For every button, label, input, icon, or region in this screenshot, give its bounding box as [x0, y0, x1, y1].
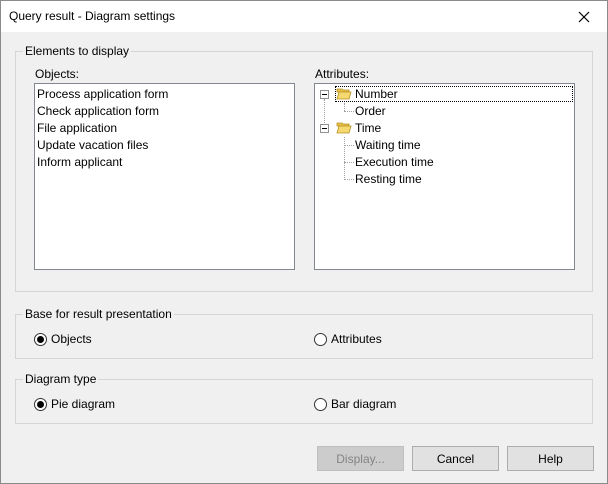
close-icon [578, 11, 590, 22]
list-item[interactable]: File application [37, 120, 117, 137]
tree-connector [344, 145, 354, 146]
objects-listbox[interactable]: Process application form Check applicati… [34, 83, 295, 270]
base-group-legend: Base for result presentation [23, 307, 174, 321]
collapse-icon[interactable] [320, 90, 329, 99]
radio-pie-diagram[interactable]: Pie diagram [34, 397, 115, 411]
diagram-group-legend: Diagram type [23, 372, 99, 386]
radio-attributes[interactable]: Attributes [314, 332, 382, 346]
tree-node-execution-time[interactable]: Execution time [355, 154, 434, 171]
help-button[interactable]: Help [507, 446, 594, 471]
list-item[interactable]: Inform applicant [37, 154, 122, 171]
radio-indicator[interactable] [314, 397, 327, 411]
display-button: Display... [317, 446, 404, 471]
radio-indicator[interactable] [314, 332, 327, 346]
attributes-label: Attributes: [315, 67, 370, 81]
folder-open-icon [336, 88, 352, 100]
collapse-icon[interactable] [320, 124, 329, 133]
list-item[interactable]: Process application form [37, 86, 168, 103]
tree-node-number[interactable]: Number [355, 86, 398, 103]
cancel-button[interactable]: Cancel [412, 446, 499, 471]
radio-bar-diagram[interactable]: Bar diagram [314, 397, 396, 411]
elements-group-legend: Elements to display [23, 44, 132, 58]
attributes-tree[interactable]: Number Order Time Waiting time Execution… [314, 83, 575, 270]
list-item[interactable]: Check application form [37, 103, 159, 120]
radio-indicator[interactable] [34, 332, 47, 346]
radio-label: Objects [51, 332, 92, 346]
tree-node-time[interactable]: Time [355, 120, 381, 137]
tree-connector [324, 99, 325, 127]
list-item[interactable]: Update vacation files [37, 137, 148, 154]
radio-label: Bar diagram [331, 397, 397, 411]
dialog-window: Query result - Diagram settings Elements… [0, 0, 608, 484]
tree-connector [344, 162, 354, 163]
tree-connector [344, 137, 345, 180]
radio-objects[interactable]: Objects [34, 332, 92, 346]
tree-node-order[interactable]: Order [355, 103, 386, 120]
tree-connector [344, 111, 354, 112]
tree-node-resting-time[interactable]: Resting time [355, 171, 422, 188]
objects-label: Objects: [35, 67, 80, 81]
close-button[interactable] [561, 1, 607, 32]
tree-node-waiting-time[interactable]: Waiting time [355, 137, 421, 154]
title-bar: Query result - Diagram settings [1, 1, 607, 32]
tree-connector [344, 179, 354, 180]
tree-connector [344, 103, 345, 111]
radio-indicator[interactable] [34, 397, 47, 411]
radio-label: Attributes [331, 332, 382, 346]
folder-open-icon [336, 122, 352, 134]
window-title: Query result - Diagram settings [9, 9, 176, 23]
radio-label: Pie diagram [51, 397, 116, 411]
